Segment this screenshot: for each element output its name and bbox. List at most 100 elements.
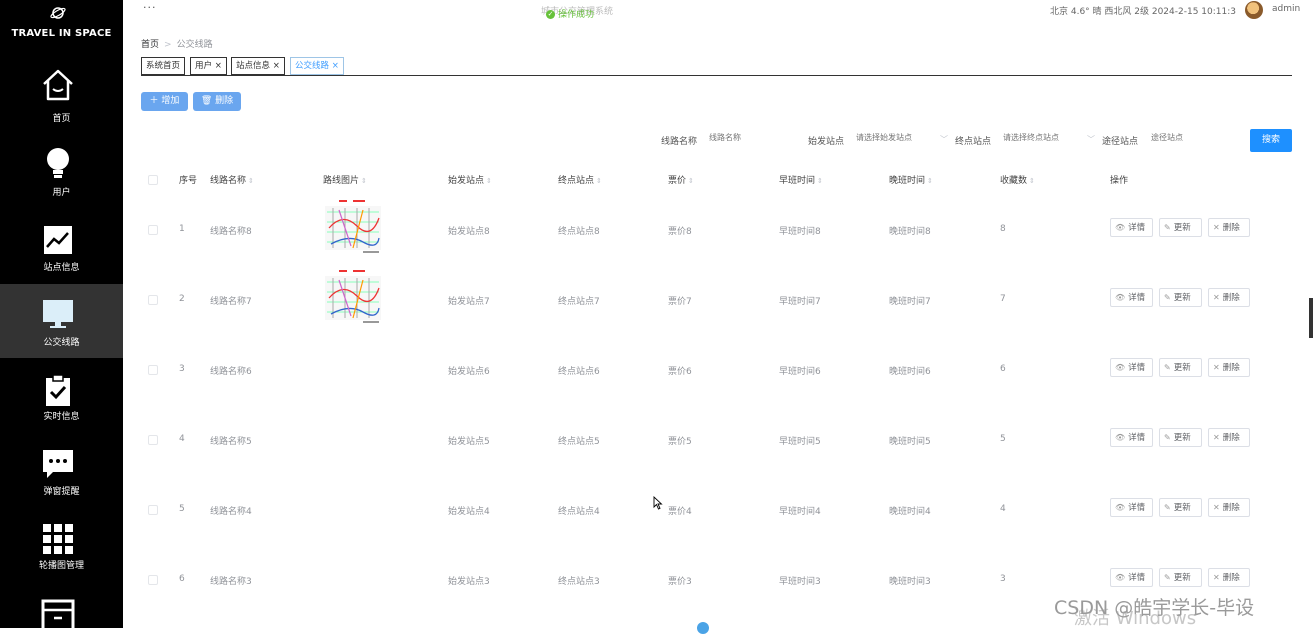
- weather-info: 北京 4.6° 晴 西北风 2级 2024-2-15 10:11:3: [1050, 7, 1236, 17]
- header-favorites[interactable]: 收藏数 ⇕: [1000, 173, 1035, 186]
- cell-early-time: 早班时间5: [779, 437, 821, 447]
- cell-early-time: 早班时间7: [779, 297, 821, 307]
- delete-button[interactable]: 🗑 删除: [193, 92, 241, 111]
- cell-end-station: 终点站点3: [558, 577, 600, 587]
- route-map-image[interactable]: [323, 268, 383, 326]
- cell-late-time: 晚班时间6: [889, 367, 931, 377]
- header-late-time[interactable]: 晚班时间 ⇕: [889, 173, 933, 186]
- sort-icon[interactable]: ⇕: [688, 177, 694, 185]
- edit-icon: ✎: [1164, 293, 1171, 302]
- eye-icon: 👁: [1115, 573, 1126, 582]
- row-delete-button[interactable]: ✕ 删除: [1208, 358, 1250, 377]
- route-map-image[interactable]: [323, 198, 383, 256]
- close-icon[interactable]: ×: [270, 61, 280, 71]
- select-all-checkbox[interactable]: [148, 175, 158, 185]
- update-button[interactable]: ✎ 更新: [1159, 428, 1202, 447]
- row-checkbox[interactable]: [148, 365, 158, 375]
- eye-icon: 👁: [1115, 503, 1126, 512]
- row-delete-button[interactable]: ✕ 删除: [1208, 288, 1250, 307]
- sort-icon[interactable]: ⇕: [486, 177, 492, 185]
- tag-bus-routes[interactable]: 公交线路 ×: [290, 57, 344, 75]
- header-label: 终点站点: [558, 176, 595, 186]
- header-route-image[interactable]: 路线图片 ⇕: [323, 173, 367, 186]
- sort-icon[interactable]: ⇕: [248, 177, 254, 185]
- scroll-top-button[interactable]: [697, 622, 709, 634]
- eye-icon: 👁: [1115, 293, 1126, 302]
- detail-button[interactable]: 👁 详情: [1110, 288, 1153, 307]
- username[interactable]: admin: [1272, 4, 1300, 14]
- close-icon[interactable]: ×: [212, 61, 222, 71]
- update-button[interactable]: ✎ 更新: [1159, 218, 1202, 237]
- via-station-input[interactable]: [1151, 133, 1241, 142]
- chevron-down-icon[interactable]: ﹀: [940, 134, 948, 145]
- row-delete-button-label: 删除: [1222, 503, 1240, 513]
- sidebar-item-popup[interactable]: 弹窗提醒: [0, 448, 123, 522]
- breadcrumb-current: 公交线路: [176, 40, 213, 50]
- tag-stations[interactable]: 站点信息 ×: [231, 57, 285, 75]
- detail-button[interactable]: 👁 详情: [1110, 428, 1153, 447]
- header-price[interactable]: 票价 ⇕: [668, 173, 694, 186]
- row-delete-button[interactable]: ✕ 删除: [1208, 428, 1250, 447]
- detail-button[interactable]: 👁 详情: [1110, 218, 1153, 237]
- cell-early-time: 早班时间4: [779, 507, 821, 517]
- planet-icon: [50, 7, 66, 19]
- header-early-time[interactable]: 早班时间 ⇕: [779, 173, 823, 186]
- update-button[interactable]: ✎ 更新: [1159, 358, 1202, 377]
- end-station-select[interactable]: [1003, 133, 1085, 142]
- cell-end-station: 终点站点8: [558, 227, 600, 237]
- update-button[interactable]: ✎ 更新: [1159, 568, 1202, 587]
- chart-icon: [44, 226, 72, 254]
- start-station-select[interactable]: [856, 133, 938, 142]
- sort-icon[interactable]: ⇕: [596, 177, 602, 185]
- monitor-icon: [43, 300, 73, 328]
- tag-user[interactable]: 用户 ×: [190, 57, 227, 75]
- detail-button[interactable]: 👁 详情: [1110, 568, 1153, 587]
- cell-end-station: 终点站点4: [558, 507, 600, 517]
- sort-icon[interactable]: ⇕: [361, 177, 367, 185]
- row-checkbox[interactable]: [148, 225, 158, 235]
- detail-button[interactable]: 👁 详情: [1110, 358, 1153, 377]
- header-route-name[interactable]: 线路名称 ⇕: [210, 173, 254, 186]
- update-button-label: 更新: [1173, 503, 1191, 513]
- archive-icon: [41, 599, 75, 632]
- search-button[interactable]: 搜索: [1250, 129, 1292, 152]
- close-icon[interactable]: ×: [329, 61, 339, 71]
- sort-icon[interactable]: ⇕: [927, 177, 933, 185]
- update-button-label: 更新: [1173, 223, 1191, 233]
- row-delete-button[interactable]: ✕ 删除: [1208, 498, 1250, 517]
- avatar[interactable]: [1245, 1, 1263, 19]
- update-button[interactable]: ✎ 更新: [1159, 498, 1202, 517]
- row-checkbox[interactable]: [148, 575, 158, 585]
- sidebar-item-label: 实时信息: [43, 412, 80, 422]
- row-checkbox[interactable]: [148, 505, 158, 515]
- breadcrumb-home[interactable]: 首页: [141, 40, 159, 50]
- row-checkbox[interactable]: [148, 435, 158, 445]
- grid-icon: [43, 524, 73, 554]
- route-name-input[interactable]: [709, 133, 799, 142]
- sidebar-item-home[interactable]: 首页: [0, 68, 123, 142]
- cell-route-name: 线路名称7: [210, 297, 252, 307]
- sidebar-item-carousel[interactable]: 轮播图管理: [0, 522, 123, 596]
- sidebar-item-realtime[interactable]: 实时信息: [0, 373, 123, 447]
- row-checkbox[interactable]: [148, 295, 158, 305]
- tag-label: 系统首页: [146, 61, 181, 71]
- chevron-down-icon[interactable]: ﹀: [1087, 134, 1095, 145]
- scrollbar[interactable]: [1309, 298, 1313, 338]
- add-button[interactable]: ＋ 增加: [141, 92, 188, 111]
- sort-icon[interactable]: ⇕: [817, 177, 823, 185]
- sidebar-item-user[interactable]: 用户: [0, 145, 123, 219]
- header-end-station[interactable]: 终点站点 ⇕: [558, 173, 602, 186]
- tag-system-home[interactable]: 系统首页: [141, 57, 186, 75]
- more-icon[interactable]: ···: [143, 1, 157, 14]
- sidebar-item-archive[interactable]: [0, 598, 123, 632]
- detail-button[interactable]: 👁 详情: [1110, 498, 1153, 517]
- row-delete-button[interactable]: ✕ 删除: [1208, 568, 1250, 587]
- sort-icon[interactable]: ⇕: [1029, 177, 1035, 185]
- row-delete-button[interactable]: ✕ 删除: [1208, 218, 1250, 237]
- update-button[interactable]: ✎ 更新: [1159, 288, 1202, 307]
- header-start-station[interactable]: 始发站点 ⇕: [448, 173, 492, 186]
- sidebar-item-bus-routes[interactable]: 公交线路: [0, 284, 123, 358]
- cell-start-station: 始发站点4: [448, 507, 490, 517]
- cell-price: 票价4: [668, 507, 692, 517]
- row-delete-button-label: 删除: [1222, 363, 1240, 373]
